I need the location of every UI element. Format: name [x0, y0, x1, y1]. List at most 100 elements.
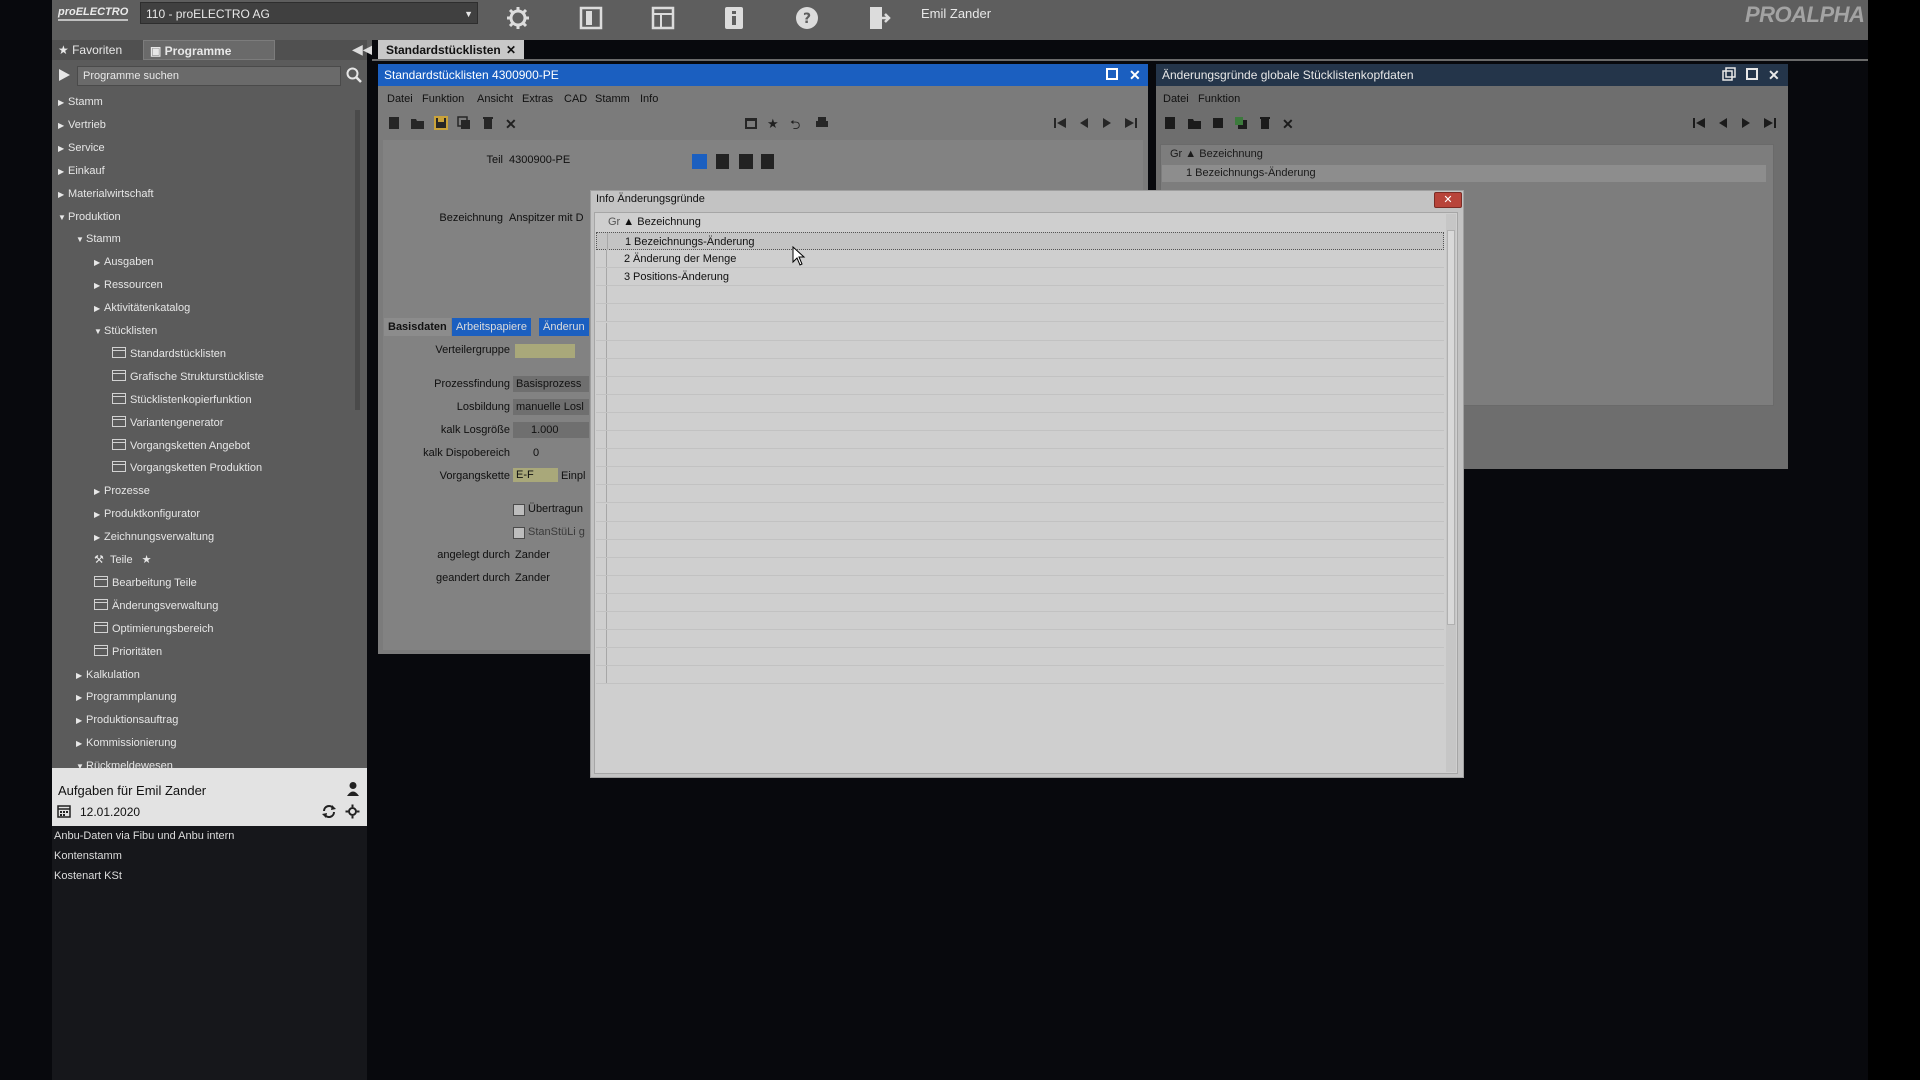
table-row[interactable]: 2 Änderung der Menge — [596, 250, 1444, 269]
company-select[interactable]: 110 - proELECTRO AG ▼ — [140, 2, 478, 24]
prozessfindung-select[interactable]: Basisprozess — [513, 376, 589, 392]
last-record-icon[interactable] — [1124, 116, 1138, 130]
subtab-aenderungen[interactable]: Änderun — [539, 318, 589, 336]
restore-icon[interactable] — [1722, 67, 1736, 81]
run-program-icon[interactable] — [57, 68, 71, 82]
table-row[interactable] — [596, 340, 1444, 359]
tab-favorites[interactable]: ★ Favoriten — [58, 40, 122, 60]
tree-item[interactable]: ▼ Stücklisten — [94, 321, 157, 341]
tree-item[interactable]: ▶ Ausgaben — [94, 252, 154, 272]
new-icon[interactable] — [1163, 116, 1177, 130]
table-row[interactable] — [596, 557, 1444, 576]
kalk-losgroesse-input[interactable]: 1.000 — [513, 422, 589, 438]
settings-gear-icon[interactable] — [504, 4, 532, 32]
subtab-arbeitspapiere[interactable]: Arbeitspapiere — [452, 318, 531, 336]
grid-layout-icon[interactable] — [649, 4, 677, 32]
menu-stamm[interactable]: Stamm — [595, 93, 630, 105]
table-row[interactable] — [596, 666, 1444, 685]
new-icon[interactable] — [387, 116, 401, 130]
open-folder-icon[interactable] — [1187, 116, 1201, 130]
table-row[interactable] — [596, 358, 1444, 377]
close-window-icon[interactable]: ✕ — [1129, 67, 1141, 84]
row-header[interactable] — [596, 358, 607, 376]
tree-item[interactable]: Bearbeitung Teile — [94, 573, 197, 593]
tree-item[interactable]: ▶ Programmplanung — [76, 687, 177, 707]
redo-icon[interactable]: ⮌ — [790, 116, 804, 132]
menu-ansicht[interactable]: Ansicht — [477, 93, 513, 105]
part-edit-icon[interactable] — [739, 154, 753, 169]
subtab-basisdaten[interactable]: Basisdaten — [384, 318, 451, 336]
row-header[interactable] — [596, 594, 607, 611]
table-row[interactable] — [596, 630, 1444, 649]
menu-funktion[interactable]: Funktion — [422, 93, 464, 105]
tree-item[interactable]: Grafische Strukturstückliste — [112, 367, 264, 387]
tree-item[interactable]: ▶ Prozesse — [94, 481, 150, 501]
row-header[interactable] — [596, 485, 607, 503]
table-row[interactable] — [596, 431, 1444, 450]
vorgangskette-input[interactable]: E-F — [513, 468, 558, 482]
losbildung-select[interactable]: manuelle Losl — [513, 399, 589, 415]
table-row[interactable] — [596, 503, 1444, 522]
row-header[interactable] — [596, 376, 607, 394]
menu-funktion[interactable]: Funktion — [1198, 93, 1240, 105]
collapse-panel-icon[interactable]: ◀◀ — [352, 41, 374, 58]
maximize-icon[interactable] — [1106, 68, 1118, 80]
prev-record-icon[interactable] — [1077, 116, 1091, 130]
row-header[interactable] — [596, 557, 607, 575]
menu-datei[interactable]: Datei — [1163, 93, 1189, 105]
table-row[interactable]: 1 Bezeichnungs-Änderung — [596, 232, 1444, 250]
bezeichnung-value[interactable]: Anspitzer mit D — [509, 212, 584, 224]
tree-item[interactable]: Vorgangsketten Produktion — [112, 458, 262, 478]
tree-item[interactable]: Vorgangsketten Angebot — [112, 436, 250, 456]
task-link[interactable]: Kostenart KSt — [54, 870, 122, 882]
row-header[interactable] — [596, 521, 607, 539]
menu-cad[interactable]: CAD — [564, 93, 587, 105]
maximize-icon[interactable] — [1746, 68, 1758, 80]
menu-extras[interactable]: Extras — [522, 93, 553, 105]
tree-item[interactable]: ▼ Produktion — [58, 207, 121, 227]
row-header[interactable] — [596, 413, 607, 430]
tree-item[interactable]: ▶ Stamm — [58, 92, 103, 112]
dialog-scroll-thumb[interactable] — [1447, 230, 1455, 625]
row-header[interactable] — [596, 268, 607, 286]
stanstueli-checkbox[interactable] — [513, 527, 525, 539]
row-header[interactable] — [596, 630, 607, 648]
prev-record-icon[interactable] — [1716, 116, 1730, 130]
tree-item[interactable]: Änderungsverwaltung — [94, 596, 218, 616]
dialog-grid-header[interactable]: Gr ▲ Bezeichnung — [608, 216, 701, 228]
table-row[interactable]: 1 Bezeichnungs-Änderung — [1162, 165, 1766, 182]
program-search-input[interactable]: Programme suchen — [77, 66, 341, 86]
table-row[interactable] — [596, 304, 1444, 323]
table-row[interactable] — [596, 413, 1444, 431]
next-record-icon[interactable] — [1739, 116, 1753, 130]
table-row[interactable] — [596, 612, 1444, 631]
verteilergruppe-input[interactable] — [515, 344, 575, 358]
row-header[interactable] — [596, 503, 607, 521]
grid-header[interactable]: Gr ▲ Bezeichnung — [1170, 148, 1263, 160]
menu-datei[interactable]: Datei — [387, 93, 413, 105]
table-row[interactable] — [596, 575, 1444, 594]
info-icon[interactable] — [720, 4, 748, 32]
table-row[interactable] — [596, 539, 1444, 558]
tab-standardstuecklisten[interactable]: Standardstücklisten ✕ — [378, 40, 524, 60]
tree-item[interactable]: ▶ Aktivitätenkatalog — [94, 298, 190, 318]
open-folder-icon[interactable] — [410, 116, 424, 130]
tree-item[interactable]: ▶ Zeichnungsverwaltung — [94, 527, 214, 547]
save-icon[interactable] — [434, 116, 448, 130]
tree-item[interactable]: ▶ Service — [58, 138, 105, 158]
row-header[interactable] — [596, 250, 607, 268]
kalk-dispobereich-value[interactable]: 0 — [533, 447, 539, 459]
table-row[interactable] — [596, 394, 1444, 413]
tree-item[interactable]: ▶ Produktkonfigurator — [94, 504, 200, 524]
tree-item[interactable]: Optimierungsbereich — [94, 619, 214, 639]
table-row[interactable] — [596, 485, 1444, 504]
table-row[interactable] — [596, 648, 1444, 667]
part-value[interactable]: 4300900-PE — [509, 154, 570, 166]
last-record-icon[interactable] — [1763, 116, 1777, 130]
tree-item[interactable]: Standardstücklisten — [112, 344, 226, 364]
dialog-close-button[interactable]: ✕ — [1434, 192, 1462, 208]
user-icon[interactable] — [346, 781, 360, 797]
tree-item[interactable]: ▶ Kommissionierung — [76, 733, 176, 753]
print-icon[interactable] — [815, 116, 829, 130]
row-header[interactable] — [596, 666, 607, 684]
